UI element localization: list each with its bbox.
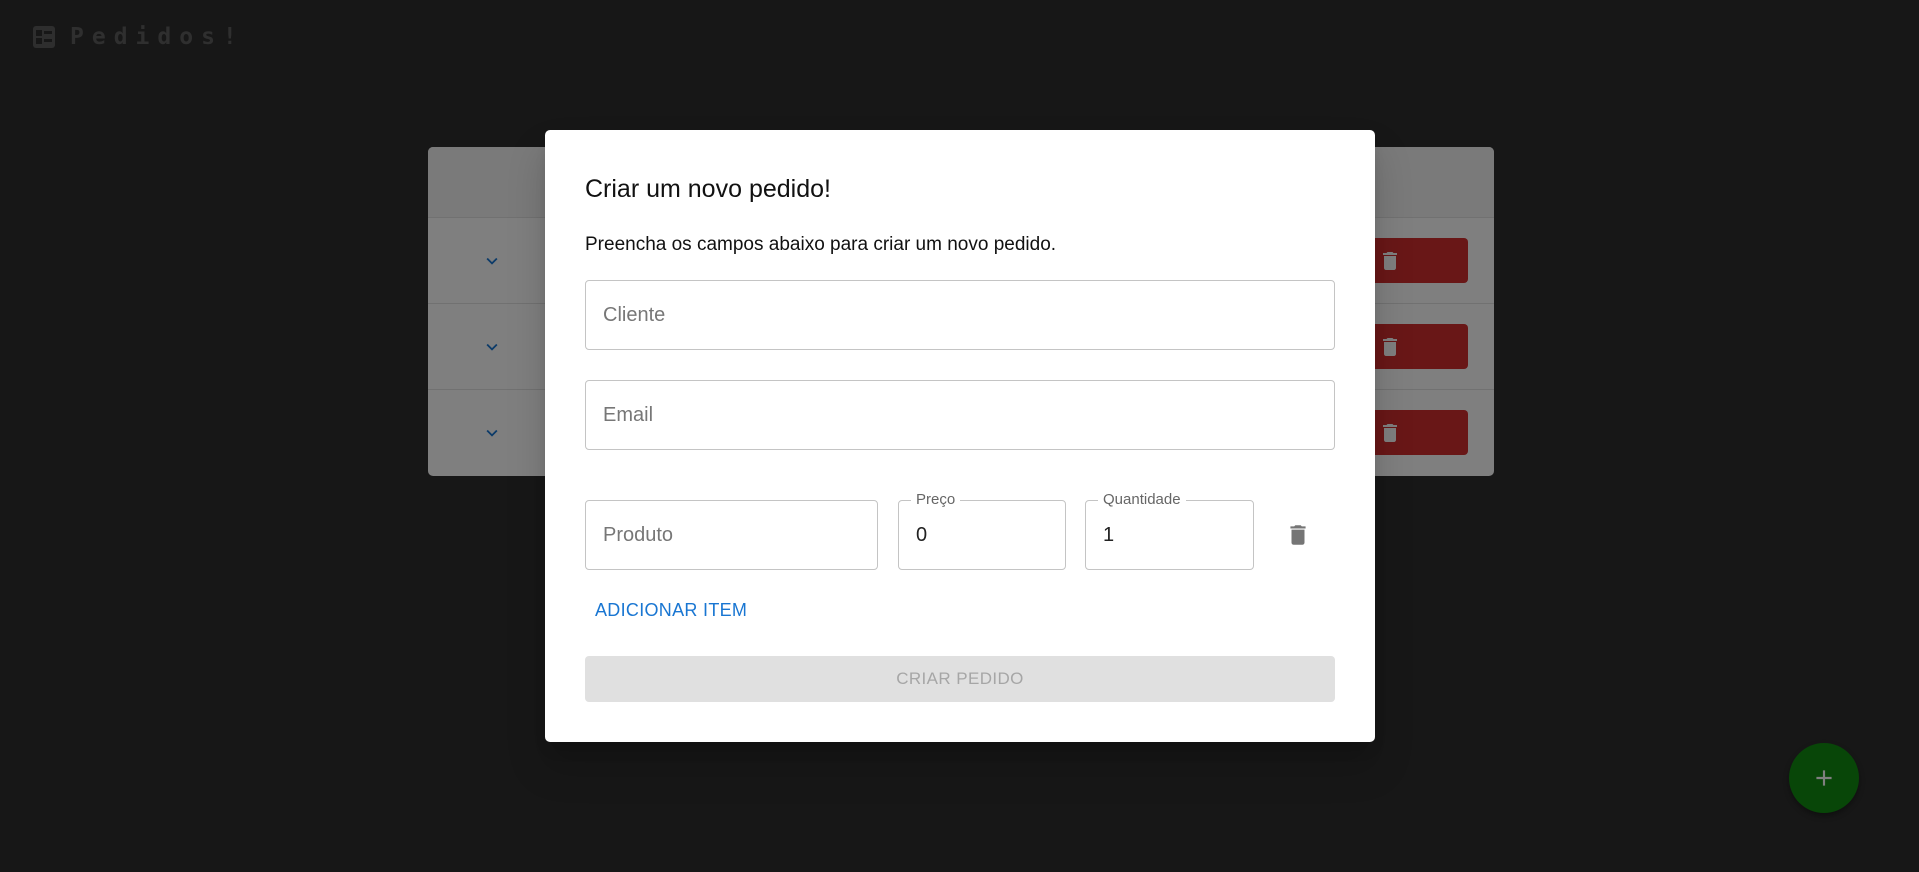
remove-item-button[interactable] [1283, 520, 1313, 550]
trash-icon [1290, 525, 1306, 545]
produto-field [585, 500, 878, 570]
app-root: Pedidos! [0, 0, 1919, 872]
quantidade-input[interactable] [1086, 501, 1253, 569]
email-input[interactable] [586, 381, 1334, 449]
quantidade-field: Quantidade [1085, 491, 1254, 570]
cliente-input[interactable] [586, 281, 1334, 349]
preco-input[interactable] [899, 501, 1065, 569]
cliente-field [585, 280, 1335, 350]
preco-field: Preço [898, 491, 1066, 570]
produto-input[interactable] [586, 501, 877, 569]
dialog-description: Preencha os campos abaixo para criar um … [585, 234, 1057, 255]
preco-label: Preço [911, 491, 961, 508]
create-order-button[interactable]: CRIAR PEDIDO [585, 656, 1335, 702]
create-order-dialog: Criar um novo pedido! Preencha os campos… [545, 130, 1375, 742]
add-item-button[interactable]: ADICIONAR ITEM [585, 592, 757, 628]
dialog-title: Criar um novo pedido! [585, 175, 831, 203]
quantidade-label: Quantidade [1098, 491, 1186, 508]
email-field [585, 380, 1335, 450]
